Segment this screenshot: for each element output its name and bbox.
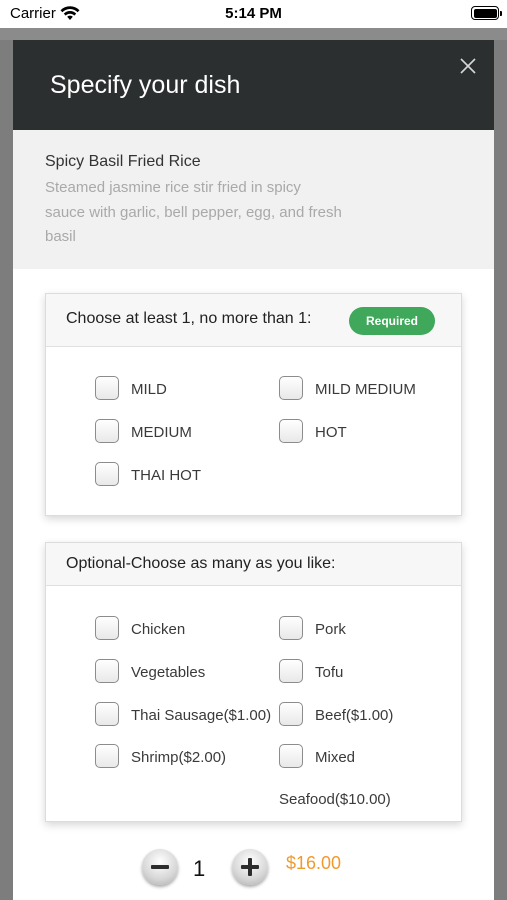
modal-title: Specify your dish — [50, 71, 241, 99]
battery-icon — [471, 6, 502, 20]
option-label-line2: Seafood($10.00) — [279, 791, 391, 808]
checkbox[interactable] — [95, 659, 119, 683]
dish-modal: Specify your dish Spicy Basil Fried Rice… — [13, 40, 494, 900]
checkbox[interactable] — [95, 616, 119, 640]
option-label: Beef($1.00) — [315, 707, 394, 724]
checkbox[interactable] — [279, 376, 303, 400]
status-bar: Carrier 5:14 PM — [0, 0, 507, 28]
status-time: 5:14 PM — [225, 5, 282, 22]
plus-glyph-vertical — [248, 858, 252, 876]
addon-group: Optional-Choose as many as you like: Chi… — [45, 542, 462, 822]
quantity-value: 1 — [193, 856, 206, 881]
addon-group-header: Optional-Choose as many as you like: — [46, 543, 461, 586]
option-label: Tofu — [315, 664, 344, 681]
minus-glyph — [151, 865, 169, 869]
option-label: Shrimp($2.00) — [131, 749, 227, 766]
required-badge: Required — [349, 307, 435, 335]
modal-backdrop[interactable] — [0, 28, 507, 40]
option-label: MILD — [131, 381, 167, 398]
checkbox[interactable] — [95, 376, 119, 400]
option-label: HOT — [315, 424, 347, 441]
close-icon[interactable] — [456, 54, 480, 78]
checkbox[interactable] — [279, 616, 303, 640]
total-price: $16.00 — [286, 853, 342, 873]
modal-header: Specify your dish — [13, 40, 494, 130]
dish-info: Spicy Basil Fried Rice Steamed jasmine r… — [13, 130, 494, 269]
dish-name: Spicy Basil Fried Rice — [45, 153, 201, 170]
option-label: Mixed — [315, 749, 356, 766]
option-label: THAI HOT — [131, 467, 201, 484]
checkbox[interactable] — [279, 744, 303, 768]
spice-level-group: Choose at least 1, no more than 1: Requi… — [45, 293, 462, 516]
spice-group-header: Choose at least 1, no more than 1: Requi… — [46, 294, 461, 347]
checkbox[interactable] — [279, 659, 303, 683]
spice-group-title: Choose at least 1, no more than 1: — [66, 310, 312, 327]
addon-group-title: Optional-Choose as many as you like: — [66, 555, 336, 572]
option-label: Pork — [315, 621, 346, 638]
option-label: Chicken — [131, 621, 186, 638]
checkbox[interactable] — [279, 702, 303, 726]
minus-icon[interactable] — [142, 849, 178, 885]
quantity-row: 1 $16.00 — [13, 846, 494, 886]
plus-icon[interactable] — [232, 849, 268, 885]
option-label: MEDIUM — [131, 424, 192, 441]
checkbox[interactable] — [95, 419, 119, 443]
option-label: Thai Sausage($1.00) — [131, 707, 272, 724]
checkbox[interactable] — [279, 419, 303, 443]
option-label: Vegetables — [131, 664, 206, 681]
checkbox[interactable] — [95, 462, 119, 486]
dish-description: Steamed jasmine rice stir fried in spicy… — [45, 179, 342, 245]
option-label: MILD MEDIUM — [315, 381, 416, 398]
checkbox[interactable] — [95, 702, 119, 726]
checkbox[interactable] — [95, 744, 119, 768]
